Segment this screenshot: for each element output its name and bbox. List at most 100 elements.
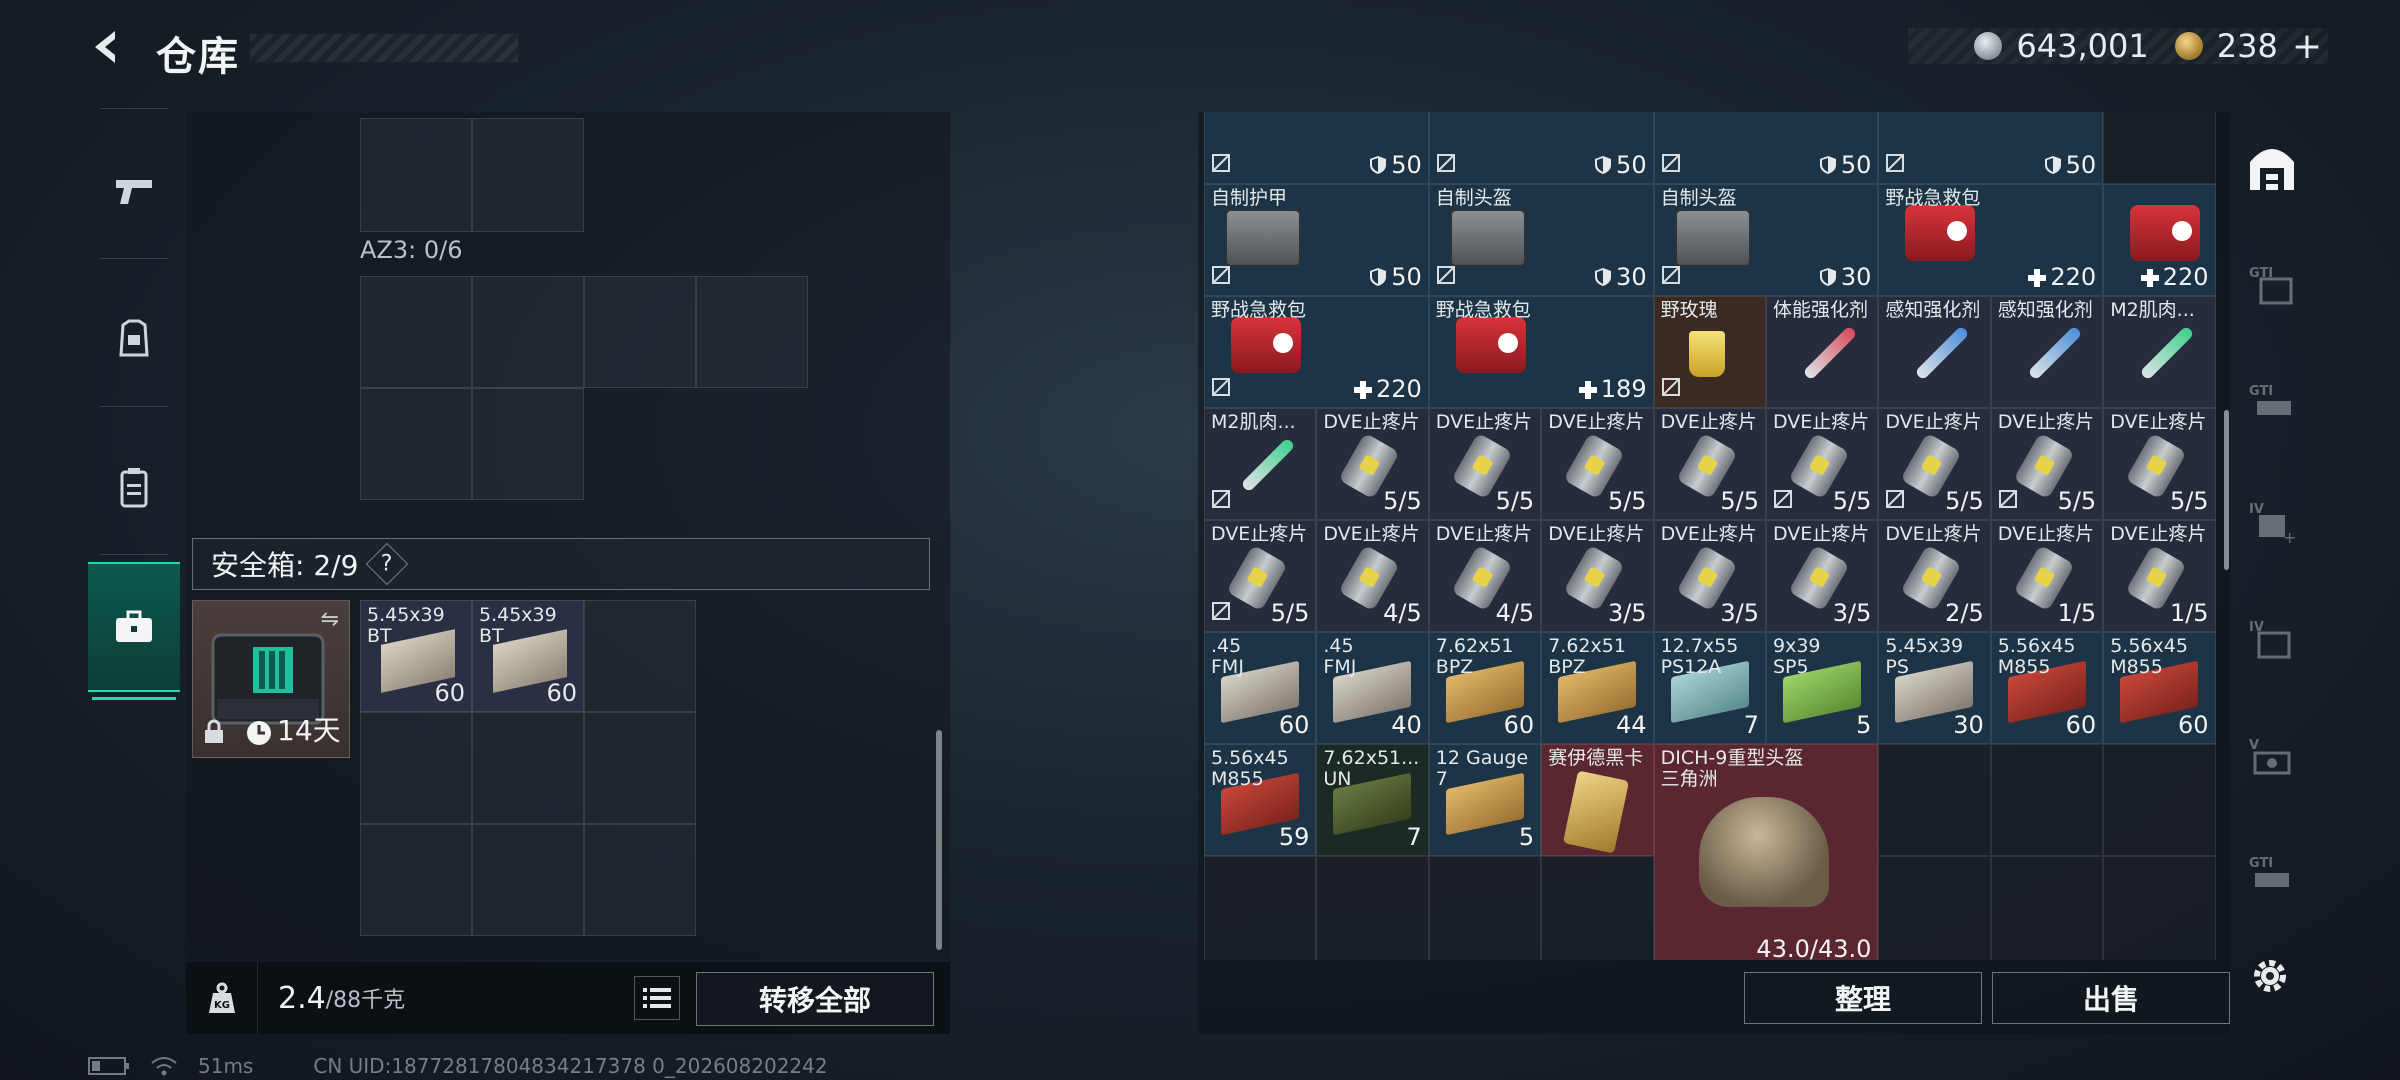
stash-item[interactable]: 7.62x51 BPZ 44	[1541, 632, 1654, 744]
stash-item[interactable]: M2肌肉...	[2103, 296, 2216, 408]
stash-item[interactable]: DVE止疼片 3/5	[1541, 520, 1654, 632]
helmet-item[interactable]: DICH-9重型头盔 三角洲 43.0/43.0	[1653, 744, 1879, 960]
container-slot[interactable]	[360, 388, 472, 500]
stash-slot-empty[interactable]	[1204, 856, 1317, 960]
swap-icon[interactable]: ⇋	[321, 607, 339, 632]
stash-item[interactable]: 自制头盔 30	[1653, 184, 1879, 296]
stash-item[interactable]: 12 Gauge 7 5	[1428, 744, 1542, 856]
stash-tab-6[interactable]: GTI	[2236, 836, 2308, 916]
safe-item-ammo[interactable]: 5.45x39 BT 60	[360, 600, 472, 712]
stash-item[interactable]: 220	[2103, 184, 2216, 296]
stash-tab-1[interactable]: GTI	[2236, 246, 2308, 326]
safe-slot-empty[interactable]	[584, 712, 696, 824]
stash-item[interactable]: DVE止疼片 2/5	[1878, 520, 1991, 632]
stash-item[interactable]: 5.45x39 PS 30	[1878, 632, 1991, 744]
container-slot[interactable]	[472, 388, 584, 500]
stash-slot-empty[interactable]	[2103, 744, 2216, 856]
stash-item[interactable]: .45 FMJ 60	[1204, 632, 1317, 744]
stash-slot-empty[interactable]	[1541, 856, 1654, 960]
stash-tab-2[interactable]: GTI	[2236, 364, 2308, 444]
nav-backpack[interactable]	[88, 422, 180, 552]
helmet-icon	[1698, 797, 1829, 907]
list-view-button[interactable]	[634, 976, 680, 1020]
stash-item[interactable]: 野战急救包 220	[1204, 296, 1429, 408]
left-scrollbar[interactable]	[936, 730, 942, 950]
stash-item[interactable]: 9x39 SP5 5	[1766, 632, 1879, 744]
add-currency-button[interactable]: +	[2292, 26, 2322, 67]
container-slot[interactable]	[696, 276, 808, 388]
safe-slot-empty[interactable]	[360, 712, 472, 824]
container-slot[interactable]	[472, 276, 584, 388]
stash-item[interactable]: DVE止疼片 5/5	[1990, 408, 2104, 520]
stash-item[interactable]: 5.56x45 M855 60	[2103, 632, 2216, 744]
back-button[interactable]	[84, 24, 130, 70]
stash-slot-empty[interactable]	[1316, 856, 1429, 960]
safe-slot-empty[interactable]	[360, 824, 472, 936]
stash-tab-3[interactable]: IV +	[2236, 482, 2308, 562]
stash-scrollbar[interactable]	[2224, 410, 2229, 570]
stash-item[interactable]: 赛伊德黑卡	[1541, 744, 1654, 856]
stash-slot-empty[interactable]	[1878, 856, 1991, 960]
stash-tab-main[interactable]	[2236, 128, 2308, 208]
stash-tab-4[interactable]: IV	[2236, 600, 2308, 680]
safe-slot-empty[interactable]	[584, 600, 696, 712]
stash-item[interactable]: .45 FMJ 40	[1316, 632, 1429, 744]
stash-item[interactable]: 自制头盔 30	[1428, 184, 1654, 296]
equip-slot-empty[interactable]	[360, 118, 472, 232]
stash-item[interactable]: 50	[1204, 112, 1429, 184]
transfer-all-button[interactable]: 转移全部	[696, 972, 934, 1026]
stash-item[interactable]: 50	[1653, 112, 1879, 184]
stash-item[interactable]: 感知强化剂	[1990, 296, 2104, 408]
stash-item[interactable]: 野战急救包 189	[1428, 296, 1654, 408]
stash-item[interactable]: DVE止疼片 3/5	[1653, 520, 1766, 632]
stash-slot-empty[interactable]	[1878, 744, 1991, 856]
stash-item[interactable]: M2肌肉...	[1204, 408, 1317, 520]
stash-item[interactable]: DVE止疼片 5/5	[1766, 408, 1879, 520]
stash-item[interactable]: DVE止疼片 5/5	[1316, 408, 1429, 520]
stash-item[interactable]: 7.62x51 BPZ 60	[1428, 632, 1542, 744]
stash-slot-empty[interactable]	[2103, 112, 2216, 184]
stash-item[interactable]: DVE止疼片 5/5	[1428, 408, 1542, 520]
stash-item[interactable]: DVE止疼片 5/5	[1541, 408, 1654, 520]
stash-item[interactable]: DVE止疼片 3/5	[1766, 520, 1879, 632]
stash-item[interactable]: 7.62x51... UN 7	[1316, 744, 1429, 856]
stash-item[interactable]: 自制护甲 50	[1204, 184, 1429, 296]
stash-slot-empty[interactable]	[1990, 856, 2104, 960]
stash-item[interactable]: 5.56x45 M855 59	[1204, 744, 1317, 856]
equip-slot-empty[interactable]	[472, 118, 584, 232]
stash-item[interactable]: DVE止疼片 4/5	[1316, 520, 1429, 632]
stash-item[interactable]: DVE止疼片 1/5	[1990, 520, 2104, 632]
stash-item[interactable]: 12.7x55 PS12A 7	[1653, 632, 1766, 744]
settings-button[interactable]	[2248, 954, 2292, 998]
stash-item[interactable]: 50	[1428, 112, 1654, 184]
stash-item[interactable]: 感知强化剂	[1878, 296, 1991, 408]
stash-item[interactable]: 体能强化剂	[1766, 296, 1879, 408]
container-slot[interactable]	[584, 276, 696, 388]
stash-item[interactable]: DVE止疼片 1/5	[2103, 520, 2216, 632]
stash-item[interactable]: 野玫瑰	[1653, 296, 1766, 408]
sell-button[interactable]: 出售	[1992, 972, 2230, 1024]
nav-weapons[interactable]	[88, 126, 180, 256]
safe-item-ammo[interactable]: 5.45x39 BT 60	[472, 600, 584, 712]
stash-slot-empty[interactable]	[1990, 744, 2104, 856]
stash-item[interactable]: 5.56x45 M855 60	[1990, 632, 2104, 744]
stash-tab-5[interactable]: V	[2236, 718, 2308, 798]
stash-item[interactable]: DVE止疼片 5/5	[1204, 520, 1317, 632]
stash-item[interactable]: 50	[1878, 112, 2104, 184]
stash-item[interactable]: DVE止疼片 5/5	[1878, 408, 1991, 520]
stash-item[interactable]: 野战急救包 220	[1878, 184, 2104, 296]
stash-slot-empty[interactable]	[1428, 856, 1542, 960]
safe-slot-empty[interactable]	[584, 824, 696, 936]
stash-item[interactable]: DVE止疼片 5/5	[1653, 408, 1766, 520]
stash-item[interactable]: DVE止疼片 5/5	[2103, 408, 2216, 520]
help-icon[interactable]: ?	[366, 542, 409, 586]
stash-item[interactable]: DVE止疼片 4/5	[1428, 520, 1542, 632]
sort-button[interactable]: 整理	[1744, 972, 1982, 1024]
nav-armor[interactable]	[88, 274, 180, 404]
safe-slot-empty[interactable]	[472, 824, 584, 936]
safe-slot-empty[interactable]	[472, 712, 584, 824]
container-slot[interactable]	[360, 276, 472, 388]
nav-safe-box[interactable]	[88, 562, 180, 700]
safe-box-item[interactable]: ⇋ 14天	[192, 600, 350, 758]
stash-slot-empty[interactable]	[2103, 856, 2216, 960]
